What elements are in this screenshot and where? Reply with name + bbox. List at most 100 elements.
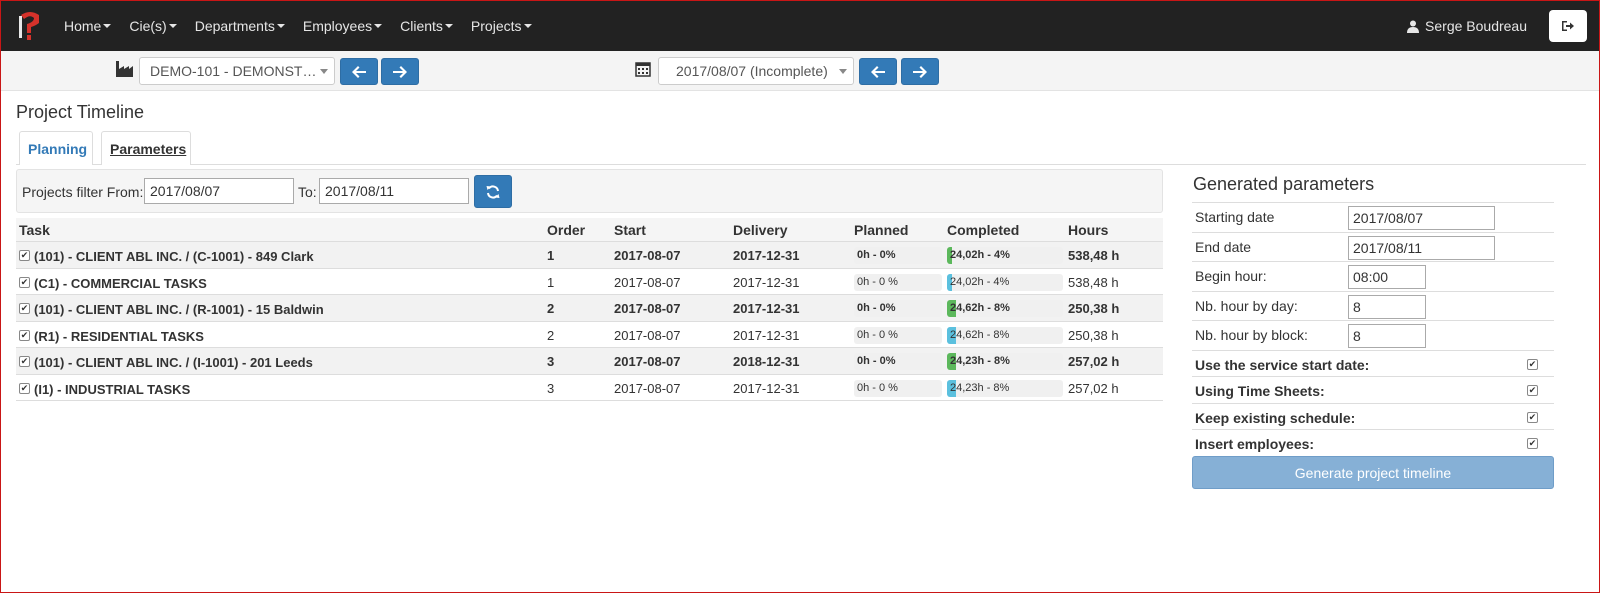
hours-per-day-row: Nb. hour by day:	[1192, 290, 1554, 321]
table-row[interactable]: ✔ (R1) - RESIDENTIAL TASKS 2 2017-08-07 2017…	[16, 322, 1163, 348]
user-name: Serge Boudreau	[1425, 18, 1527, 34]
task-checkbox[interactable]: ✔	[19, 276, 30, 288]
nav-right: Serge Boudreau	[1407, 1, 1599, 51]
filter-from-label: Projects filter From:	[22, 184, 144, 200]
planned-progress: 0h - 0 %	[854, 326, 942, 344]
using-timesheets-checkbox[interactable]: ✔	[1527, 385, 1538, 396]
hours-per-block-label: Nb. hour by block:	[1195, 327, 1308, 343]
task-table: Task Order Start Delivery Planned Comple…	[16, 218, 1163, 401]
table-row[interactable]: ✔ (101) - CLIENT ABL INC. / (C-1001) - 84…	[16, 242, 1163, 269]
keep-schedule-label: Keep existing schedule:	[1195, 409, 1356, 426]
nav-clients-label: Clients	[400, 18, 443, 34]
nav-projects[interactable]: Projects	[462, 1, 541, 51]
company-next-button[interactable]	[381, 58, 419, 85]
task-start: 2017-08-07	[614, 380, 681, 396]
task-hours: 250,38 h	[1068, 327, 1119, 343]
use-service-start-label: Use the service start date:	[1195, 356, 1370, 373]
nav-employees-label: Employees	[302, 18, 373, 34]
date-next-button[interactable]	[901, 58, 939, 85]
table-row[interactable]: ✔ (101) - CLIENT ABL INC. / (R-1001) - 15…	[16, 295, 1163, 322]
logout-button[interactable]	[1549, 10, 1587, 42]
keep-schedule-checkbox[interactable]: ✔	[1527, 411, 1538, 423]
task-start: 2017-08-07	[614, 301, 681, 316]
table-row[interactable]: ✔ (101) - CLIENT ABL INC. / (I-1001) - 20…	[16, 348, 1163, 375]
hours-per-day-label: Nb. hour by day:	[1195, 297, 1298, 314]
nav-home[interactable]: Home	[55, 1, 120, 51]
column-header-delivery: Delivery	[733, 222, 788, 238]
tab-planning[interactable]: Planning	[19, 131, 93, 165]
task-order: 1	[547, 248, 555, 263]
keep-schedule-row: Keep existing schedule: ✔	[1192, 402, 1554, 430]
task-order: 2	[547, 327, 555, 343]
hours-per-block-input[interactable]	[1348, 324, 1426, 348]
task-delivery: 2017-12-31	[733, 248, 800, 263]
company-prev-button[interactable]	[340, 58, 378, 85]
sign-out-icon	[1562, 21, 1574, 31]
task-delivery: 2017-12-31	[733, 274, 800, 290]
task-hours: 538,48 h	[1068, 274, 1119, 290]
task-name: (I1) - INDUSTRIAL TASKS	[34, 381, 191, 397]
task-checkbox[interactable]: ✔	[19, 250, 30, 261]
company-select[interactable]: DEMO-101 - DEMONST…	[139, 57, 335, 85]
task-order: 2	[547, 301, 555, 316]
completed-progress: 24,23h - 8%	[947, 379, 1063, 397]
starting-date-input[interactable]	[1348, 206, 1495, 230]
filter-to-label: To:	[298, 184, 317, 200]
completed-progress-label: 24,02h - 4%	[950, 275, 1010, 288]
user-menu[interactable]: Serge Boudreau	[1407, 18, 1527, 34]
column-header-start: Start	[614, 222, 646, 238]
task-name: (101) - CLIENT ABL INC. / (C-1001) - 849…	[34, 249, 314, 264]
refresh-button[interactable]	[474, 175, 512, 208]
caret-down-icon	[444, 24, 453, 28]
filter-from-input[interactable]	[144, 178, 294, 204]
caret-down-icon	[374, 24, 383, 28]
nav-employees[interactable]: Employees	[294, 1, 391, 51]
nav-companies[interactable]: Cie(s)	[120, 1, 185, 51]
hours-per-day-input[interactable]	[1348, 294, 1426, 319]
generate-timeline-button[interactable]: Generate project timeline	[1192, 456, 1554, 489]
task-checkbox[interactable]: ✔	[19, 356, 30, 367]
end-date-label: End date	[1195, 238, 1252, 255]
nav-clients[interactable]: Clients	[391, 1, 462, 51]
table-row[interactable]: ✔ (I1) - INDUSTRIAL TASKS 3 2017-08-07 2017-…	[16, 375, 1163, 401]
task-name: (101) - CLIENT ABL INC. / (I-1001) - 201…	[34, 355, 313, 370]
using-timesheets-row: Using Time Sheets: ✔	[1192, 376, 1554, 403]
nav-departments[interactable]: Departments	[186, 1, 294, 51]
completed-progress: 24,62h - 8%	[947, 300, 1063, 317]
page-title: Project Timeline	[16, 102, 145, 122]
begin-hour-input[interactable]	[1348, 265, 1426, 289]
completed-progress: 24,23h - 8%	[947, 353, 1063, 370]
table-row[interactable]: ✔ (C1) - COMMERCIAL TASKS 1 2017-08-07 2017-…	[16, 269, 1163, 295]
projects-filter-panel: Projects filter From: To:	[16, 169, 1163, 213]
arrow-left-icon	[352, 65, 366, 78]
task-name: (C1) - COMMERCIAL TASKS	[34, 275, 207, 291]
insert-employees-checkbox[interactable]: ✔	[1527, 438, 1538, 449]
nav-projects-label: Projects	[470, 18, 522, 34]
planned-progress: 0h - 0%	[854, 353, 942, 370]
table-header: Task Order Start Delivery Planned Comple…	[16, 218, 1163, 242]
calendar-icon	[635, 62, 651, 77]
begin-hour-label: Begin hour:	[1195, 268, 1267, 284]
caret-down-icon	[103, 24, 112, 28]
planned-progress: 0h - 0 %	[854, 273, 942, 291]
task-delivery: 2017-12-31	[733, 327, 800, 343]
date-select[interactable]: 2017/08/07 (Incomplete)	[658, 57, 854, 85]
task-checkbox[interactable]: ✔	[19, 303, 30, 314]
task-start: 2017-08-07	[614, 354, 681, 369]
task-checkbox[interactable]: ✔	[19, 329, 30, 341]
arrow-right-icon	[393, 65, 407, 78]
task-delivery: 2017-12-31	[733, 380, 800, 396]
use-service-start-checkbox[interactable]: ✔	[1527, 358, 1538, 370]
end-date-row: End date	[1192, 231, 1554, 262]
task-checkbox[interactable]: ✔	[19, 382, 30, 394]
filter-to-input[interactable]	[319, 178, 469, 204]
task-order: 3	[547, 380, 555, 396]
end-date-input[interactable]	[1348, 235, 1495, 260]
use-service-start-row: Use the service start date: ✔	[1192, 349, 1554, 377]
task-hours: 257,02 h	[1068, 380, 1119, 396]
tab-parameters[interactable]: Parameters	[101, 131, 191, 165]
planned-progress-label: 0h - 0 %	[857, 328, 898, 341]
task-delivery: 2017-12-31	[733, 301, 800, 316]
brand-logo[interactable]	[15, 9, 45, 43]
date-prev-button[interactable]	[859, 58, 897, 85]
